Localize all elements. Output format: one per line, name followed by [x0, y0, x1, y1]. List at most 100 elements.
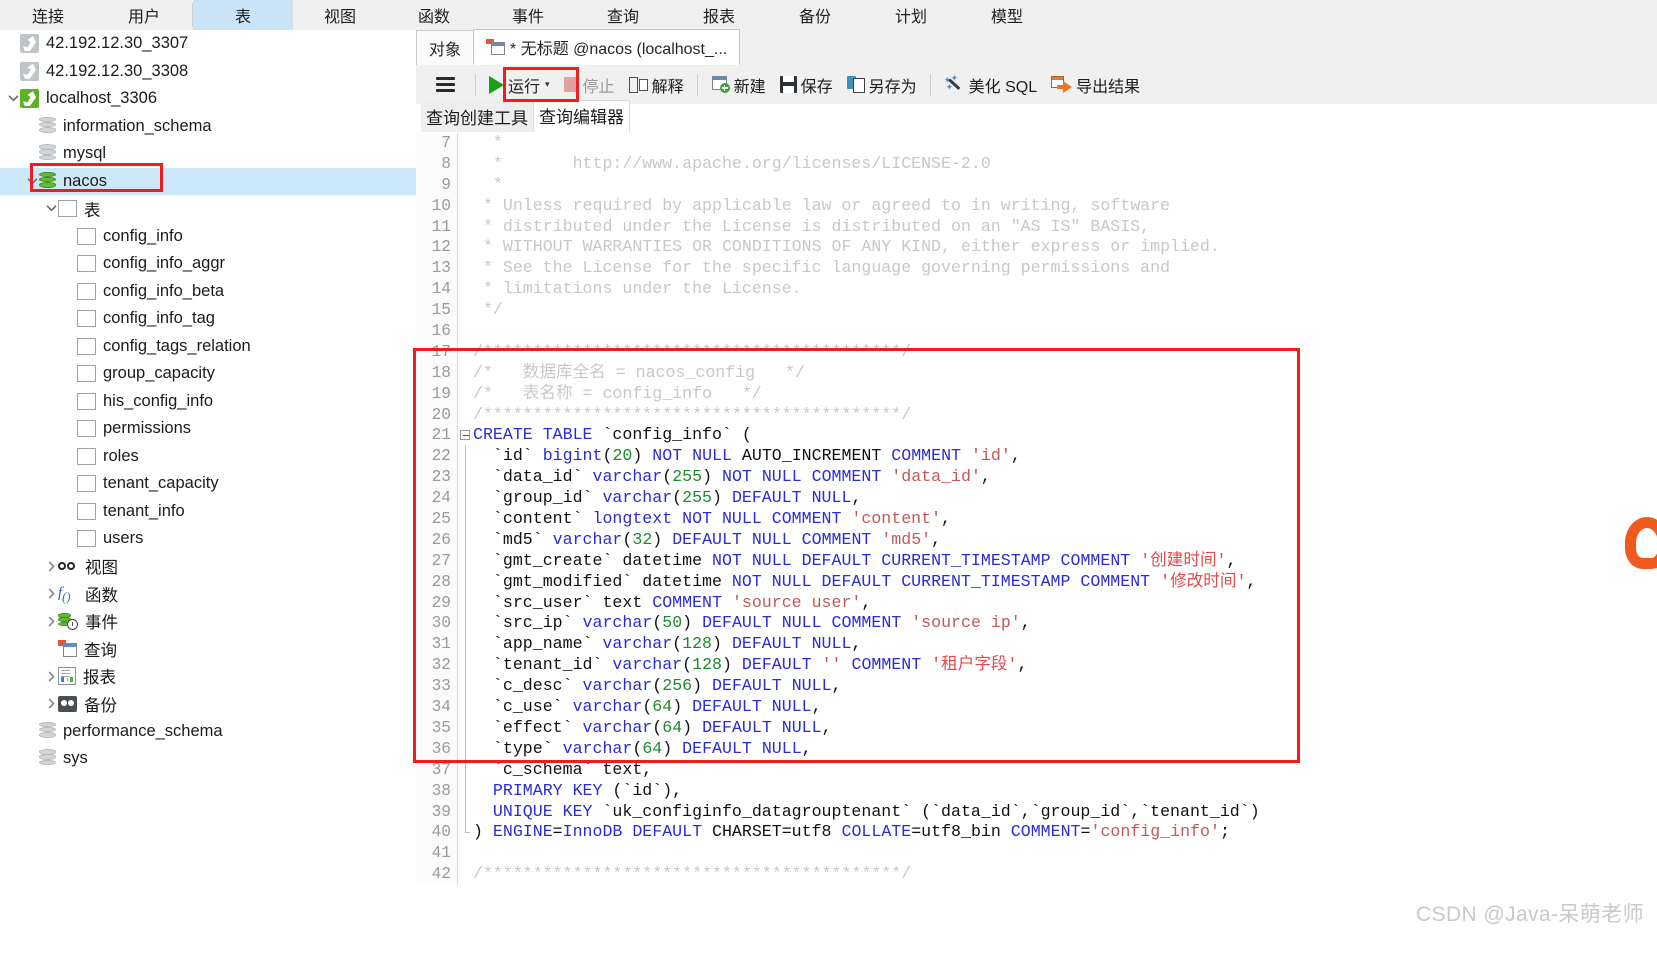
- tree-node-table[interactable]: tenant_info: [0, 498, 416, 526]
- toolbar-button-0[interactable]: 运行 ▾: [482, 70, 557, 100]
- editor-line[interactable]: 24 `group_id` varchar(255) DEFAULT NULL,: [416, 488, 1657, 510]
- toolbar-button-7[interactable]: 导出结果: [1044, 70, 1147, 100]
- editor-line[interactable]: 9 *: [416, 174, 1657, 196]
- editor-line[interactable]: 40) ENGINE=InnoDB DEFAULT CHARSET=utf8 C…: [416, 822, 1657, 844]
- tree-node-table[interactable]: tenant_capacity: [0, 470, 416, 498]
- editor-line[interactable]: 19 /* 表名称 = config_info */: [416, 383, 1657, 405]
- toolbar-menu-button[interactable]: [416, 70, 469, 100]
- editor-line[interactable]: 30 `src_ip` varchar(50) DEFAULT NULL COM…: [416, 613, 1657, 635]
- editor-line[interactable]: 41: [416, 843, 1657, 865]
- menu-item-3[interactable]: 视图: [293, 0, 387, 30]
- toolbar-button-2[interactable]: 解释: [622, 70, 691, 100]
- tree-node-folder[interactable]: 表: [0, 195, 416, 223]
- tree-node-folder[interactable]: 备份: [0, 690, 416, 718]
- document-tab-1[interactable]: * 无标题 @nacos (localhost_...: [473, 29, 741, 65]
- editor-line[interactable]: 26 `md5` varchar(32) DEFAULT NULL COMMEN…: [416, 529, 1657, 551]
- tree-node-connection[interactable]: 42.192.12.30_3307: [0, 30, 416, 58]
- menu-item-6[interactable]: 查询: [575, 0, 671, 30]
- tree-node-database[interactable]: sys: [0, 745, 416, 773]
- tree-node-table[interactable]: his_config_info: [0, 388, 416, 416]
- tree-node-folder[interactable]: 视图: [0, 553, 416, 581]
- editor-line[interactable]: 42 /*************************************…: [416, 864, 1657, 886]
- tree-node-database[interactable]: performance_schema: [0, 718, 416, 746]
- menu-item-7[interactable]: 报表: [671, 0, 767, 30]
- menu-item-4[interactable]: 函数: [387, 0, 481, 30]
- tree-node-table[interactable]: config_tags_relation: [0, 333, 416, 361]
- editor-line[interactable]: 38 PRIMARY KEY (`id`),: [416, 780, 1657, 802]
- query-toolbar[interactable]: 运行 ▾ 停止 解释 新建 保存 另存为 ✦✦✦ 美化 SQL 导出结果: [416, 65, 1657, 105]
- chevron-right-icon[interactable]: [44, 663, 58, 690]
- chevron-right-icon[interactable]: [44, 608, 58, 635]
- menu-item-5[interactable]: 事件: [481, 0, 575, 30]
- tree-node-table[interactable]: users: [0, 525, 416, 553]
- tree-node-folder[interactable]: 报表: [0, 663, 416, 691]
- menu-item-1[interactable]: 用户: [96, 0, 192, 30]
- editor-line[interactable]: 18 /* 数据库全名 = nacos_config */: [416, 362, 1657, 384]
- editor-line[interactable]: 33 `c_desc` varchar(256) DEFAULT NULL,: [416, 676, 1657, 698]
- tree-node-database[interactable]: nacos: [0, 167, 416, 195]
- tree-node-folder[interactable]: f() 函数: [0, 580, 416, 608]
- tree-node-table[interactable]: config_info_aggr: [0, 250, 416, 278]
- tree-node-database[interactable]: information_schema: [0, 113, 416, 141]
- menu-item-0[interactable]: 连接: [0, 0, 96, 30]
- editor-line[interactable]: 15 */: [416, 300, 1657, 322]
- tree-node-table[interactable]: config_info_tag: [0, 305, 416, 333]
- chevron-down-icon[interactable]: [25, 168, 39, 195]
- editor-line[interactable]: 10 * Unless required by applicable law o…: [416, 195, 1657, 217]
- object-tree-panel[interactable]: 42.192.12.30_3307 42.192.12.30_3308 localh…: [0, 30, 416, 938]
- tree-node-table[interactable]: roles: [0, 443, 416, 471]
- query-subtabs[interactable]: 查询创建工具 查询编辑器: [416, 100, 1657, 132]
- menu-item-10[interactable]: 模型: [959, 0, 1055, 30]
- editor-line[interactable]: 36 `type` varchar(64) DEFAULT NULL,: [416, 738, 1657, 760]
- editor-line[interactable]: 14 * limitations under the License.: [416, 279, 1657, 301]
- chevron-right-icon[interactable]: [44, 690, 58, 717]
- editor-line[interactable]: 23 `data_id` varchar(255) NOT NULL COMME…: [416, 467, 1657, 489]
- toolbar-button-3[interactable]: 新建: [704, 70, 773, 100]
- toolbar-button-4[interactable]: 保存: [773, 70, 840, 100]
- editor-line[interactable]: 11 * distributed under the License is di…: [416, 216, 1657, 238]
- toolbar-button-6[interactable]: ✦✦✦ 美化 SQL: [937, 70, 1044, 100]
- editor-line[interactable]: 17 /*************************************…: [416, 341, 1657, 363]
- editor-line[interactable]: 22 `id` bigint(20) NOT NULL AUTO_INCREME…: [416, 446, 1657, 468]
- tree-node-folder[interactable]: 查询: [0, 635, 416, 663]
- document-tabstrip[interactable]: 对象 * 无标题 @nacos (localhost_...: [416, 29, 1657, 66]
- editor-line[interactable]: 37 `c_schema` text,: [416, 759, 1657, 781]
- fold-toggle-icon[interactable]: [460, 430, 470, 441]
- tree-node-table[interactable]: permissions: [0, 415, 416, 443]
- tree-node-database[interactable]: mysql: [0, 140, 416, 168]
- editor-line[interactable]: 27 `gmt_create` datetime NOT NULL DEFAUL…: [416, 550, 1657, 572]
- menu-item-8[interactable]: 备份: [767, 0, 863, 30]
- editor-line[interactable]: 16: [416, 321, 1657, 342]
- chevron-down-icon[interactable]: [6, 85, 20, 112]
- toolbar-button-5[interactable]: 另存为: [840, 70, 924, 100]
- editor-line[interactable]: 21 CREATE TABLE `config_info` (: [416, 425, 1657, 447]
- menu-item-9[interactable]: 计划: [863, 0, 959, 30]
- editor-line[interactable]: 29 `src_user` text COMMENT 'source user'…: [416, 592, 1657, 614]
- editor-line[interactable]: 28 `gmt_modified` datetime NOT NULL DEFA…: [416, 571, 1657, 593]
- tree-node-folder[interactable]: 事件: [0, 608, 416, 636]
- tree-node-table[interactable]: group_capacity: [0, 360, 416, 388]
- editor-line[interactable]: 32 `tenant_id` varchar(128) DEFAULT '' C…: [416, 655, 1657, 677]
- editor-line[interactable]: 8 * http://www.apache.org/licenses/LICEN…: [416, 153, 1657, 175]
- subtab-1[interactable]: 查询编辑器: [533, 100, 630, 132]
- editor-line[interactable]: 7 *: [416, 133, 1657, 154]
- tree-node-connection[interactable]: localhost_3306: [0, 85, 416, 113]
- editor-line[interactable]: 13 * See the License for the specific la…: [416, 258, 1657, 280]
- chevron-down-icon[interactable]: [44, 195, 58, 222]
- chevron-right-icon[interactable]: [44, 580, 58, 607]
- editor-line[interactable]: 12 * WITHOUT WARRANTIES OR CONDITIONS OF…: [416, 237, 1657, 259]
- editor-line[interactable]: 35 `effect` varchar(64) DEFAULT NULL,: [416, 717, 1657, 739]
- editor-line[interactable]: 31 `app_name` varchar(128) DEFAULT NULL,: [416, 634, 1657, 656]
- editor-line[interactable]: 25 `content` longtext NOT NULL COMMENT '…: [416, 509, 1657, 530]
- document-tab-0[interactable]: 对象: [416, 30, 475, 65]
- editor-line[interactable]: 39 UNIQUE KEY `uk_configinfo_datagroupte…: [416, 801, 1657, 823]
- editor-line[interactable]: 20 /*************************************…: [416, 404, 1657, 426]
- tree-node-table[interactable]: config_info_beta: [0, 278, 416, 306]
- sql-code-editor[interactable]: 7 * 8 * http://www.apache.org/licenses/LI…: [416, 133, 1657, 968]
- tree-node-table[interactable]: config_info: [0, 223, 416, 251]
- chevron-right-icon[interactable]: [44, 553, 58, 580]
- chevron-down-icon[interactable]: ▾: [545, 79, 550, 90]
- tree-node-connection[interactable]: 42.192.12.30_3308: [0, 58, 416, 86]
- subtab-0[interactable]: 查询创建工具: [421, 102, 533, 132]
- menu-item-2[interactable]: 表: [193, 0, 293, 30]
